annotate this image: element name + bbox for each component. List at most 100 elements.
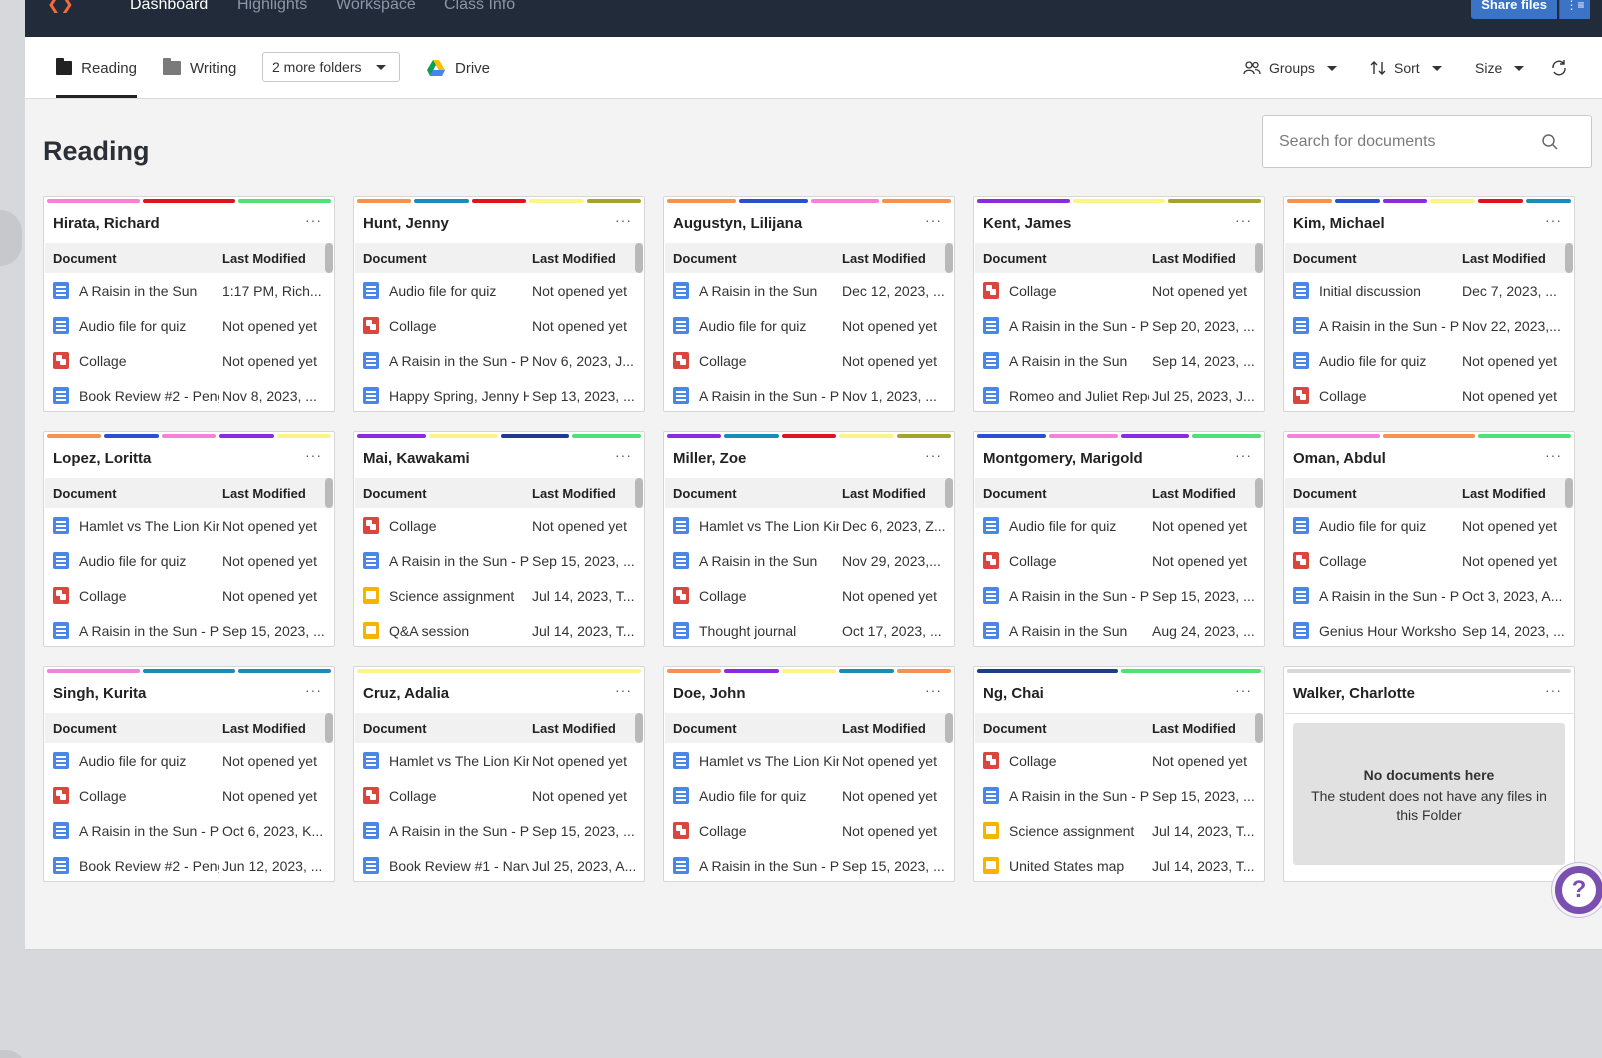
document-row[interactable]: A Raisin in the Sun Dec 12, 2023, ... xyxy=(665,273,945,308)
more-options-icon[interactable]: ··· xyxy=(615,212,632,228)
document-row[interactable]: Collage Not opened yet xyxy=(355,778,635,813)
student-card[interactable]: Kent, James ··· Document Last Modified Colla… xyxy=(973,196,1265,412)
scrollbar-thumb[interactable] xyxy=(945,243,953,273)
document-row[interactable]: Audio file for quiz Not opened yet xyxy=(1285,343,1565,378)
scrollbar-thumb[interactable] xyxy=(635,713,643,743)
student-card[interactable]: Mai, Kawakami ··· Document Last Modified Col… xyxy=(353,431,645,647)
document-row[interactable]: Audio file for quiz Not opened yet xyxy=(45,543,325,578)
student-name[interactable]: Kent, James xyxy=(983,215,1071,232)
document-row[interactable]: Collage Not opened yet xyxy=(355,308,635,343)
document-row[interactable]: Collage Not opened yet xyxy=(45,778,325,813)
document-row[interactable]: Audio file for quiz Not opened yet xyxy=(45,308,325,343)
share-files-button[interactable]: Share files xyxy=(1471,0,1557,19)
document-row[interactable]: Collage Not opened yet xyxy=(45,343,325,378)
student-card[interactable]: Montgomery, Marigold ··· Document Last Modi… xyxy=(973,431,1265,647)
student-name[interactable]: Hunt, Jenny xyxy=(363,215,449,232)
document-row[interactable]: Collage Not opened yet xyxy=(1285,378,1565,411)
scrollbar-thumb[interactable] xyxy=(325,478,333,508)
document-row[interactable]: Audio file for quiz Not opened yet xyxy=(1285,508,1565,543)
document-row[interactable]: A Raisin in the Sun - Pe Sep 20, 2023, ..… xyxy=(975,308,1255,343)
student-name[interactable]: Hirata, Richard xyxy=(53,215,160,232)
document-row[interactable]: A Raisin in the Sun - Pe Nov 1, 2023, ... xyxy=(665,378,945,411)
document-row[interactable]: Happy Spring, Jenny H Sep 13, 2023, ... xyxy=(355,378,635,411)
more-options-icon[interactable]: ··· xyxy=(615,682,632,698)
more-folders-dropdown[interactable]: 2 more folders xyxy=(262,52,400,82)
document-row[interactable]: A Raisin in the Sun Aug 24, 2023, ... xyxy=(975,613,1255,646)
document-row[interactable]: A Raisin in the Sun - Pe Sep 15, 2023, ..… xyxy=(665,848,945,881)
student-card[interactable]: Hirata, Richard ··· Document Last Modified A… xyxy=(43,196,335,412)
sidebar-handle-bottom[interactable] xyxy=(0,1050,26,1058)
nav-class-info[interactable]: Class Info xyxy=(444,0,515,14)
student-name[interactable]: Oman, Abdul xyxy=(1293,450,1386,467)
logo-icon[interactable]: ❮❯ xyxy=(47,0,74,14)
student-card[interactable]: Miller, Zoe ··· Document Last Modified Hamle… xyxy=(663,431,955,647)
student-card[interactable]: Lopez, Loritta ··· Document Last Modified Ha… xyxy=(43,431,335,647)
document-row[interactable]: Q&A session Jul 14, 2023, T... xyxy=(355,613,635,646)
student-name[interactable]: Walker, Charlotte xyxy=(1293,685,1415,702)
document-row[interactable]: Romeo and Juliet Repo Jul 25, 2023, J... xyxy=(975,378,1255,411)
student-card[interactable]: Hunt, Jenny ··· Document Last Modified Audio… xyxy=(353,196,645,412)
sidebar-handle[interactable] xyxy=(0,210,22,266)
more-options-icon[interactable]: ··· xyxy=(925,212,942,228)
document-row[interactable]: Book Review #1 - Narv Jul 25, 2023, A... xyxy=(355,848,636,881)
document-row[interactable]: Collage Not opened yet xyxy=(45,578,325,613)
document-row[interactable]: Initial discussion Dec 7, 2023, ... xyxy=(1285,273,1565,308)
more-options-icon[interactable]: ··· xyxy=(925,682,942,698)
document-row[interactable]: Audio file for quiz Not opened yet xyxy=(665,778,945,813)
search-icon[interactable] xyxy=(1541,133,1559,151)
document-row[interactable]: A Raisin in the Sun - Pe Sep 15, 2023, ..… xyxy=(355,813,635,848)
document-row[interactable]: A Raisin in the Sun Sep 14, 2023, ... xyxy=(975,343,1255,378)
document-row[interactable]: Collage Not opened yet xyxy=(1285,543,1565,578)
document-row[interactable]: Hamlet vs The Lion Kin Not opened yet xyxy=(665,743,945,778)
student-card[interactable]: Walker, Charlotte ··· No documents here The… xyxy=(1283,666,1575,882)
refresh-button[interactable] xyxy=(1550,37,1576,99)
document-row[interactable]: Hamlet vs The Lion Kin Dec 6, 2023, Z... xyxy=(665,508,946,543)
tab-reading[interactable]: Reading xyxy=(56,37,137,99)
list-icon[interactable]: ⋮≡ xyxy=(1559,0,1590,19)
student-name[interactable]: Augustyn, Lilijana xyxy=(673,215,802,232)
document-row[interactable]: A Raisin in the Sun - Pe Sep 15, 2023, ..… xyxy=(45,613,325,646)
nav-highlights[interactable]: Highlights xyxy=(237,0,307,14)
student-card[interactable]: Kim, Michael ··· Document Last Modified Init… xyxy=(1283,196,1575,412)
nav-workspace[interactable]: Workspace xyxy=(336,0,416,14)
document-row[interactable]: Genius Hour Worksho Sep 14, 2023, ... xyxy=(1285,613,1565,646)
scrollbar-thumb[interactable] xyxy=(635,478,643,508)
more-options-icon[interactable]: ··· xyxy=(305,682,322,698)
scrollbar-thumb[interactable] xyxy=(635,243,643,273)
search-box[interactable] xyxy=(1262,115,1592,168)
document-row[interactable]: Collage Not opened yet xyxy=(665,578,945,613)
document-row[interactable]: Science assignment Jul 14, 2023, T... xyxy=(975,813,1255,848)
student-card[interactable]: Cruz, Adalia ··· Document Last Modified Haml… xyxy=(353,666,645,882)
document-row[interactable]: Science assignment Jul 14, 2023, T... xyxy=(355,578,635,613)
document-row[interactable]: A Raisin in the Sun - Pe Sep 15, 2023, ..… xyxy=(975,578,1255,613)
search-input[interactable] xyxy=(1279,130,1529,154)
drive-tab[interactable]: Drive xyxy=(427,37,490,99)
document-row[interactable]: A Raisin in the Sun Nov 29, 2023,... xyxy=(665,543,945,578)
document-row[interactable]: Hamlet vs The Lion Kin Not opened yet xyxy=(45,508,325,543)
document-row[interactable]: Collage Not opened yet xyxy=(975,273,1255,308)
document-row[interactable]: Thought journal Oct 17, 2023, ... xyxy=(665,613,945,646)
document-row[interactable]: Audio file for quiz Not opened yet xyxy=(355,273,635,308)
scrollbar-thumb[interactable] xyxy=(1565,243,1573,273)
document-row[interactable]: A Raisin in the Sun - Pe Nov 22, 2023,... xyxy=(1285,308,1565,343)
more-options-icon[interactable]: ··· xyxy=(305,212,322,228)
document-row[interactable]: Audio file for quiz Not opened yet xyxy=(45,743,325,778)
document-row[interactable]: Collage Not opened yet xyxy=(975,543,1255,578)
scrollbar-thumb[interactable] xyxy=(945,713,953,743)
document-row[interactable]: Collage Not opened yet xyxy=(355,508,635,543)
student-name[interactable]: Ng, Chai xyxy=(983,685,1044,702)
more-options-icon[interactable]: ··· xyxy=(1545,682,1562,698)
student-name[interactable]: Cruz, Adalia xyxy=(363,685,449,702)
document-row[interactable]: Collage Not opened yet xyxy=(665,813,945,848)
student-name[interactable]: Montgomery, Marigold xyxy=(983,450,1143,467)
document-row[interactable]: United States map Jul 14, 2023, T... xyxy=(975,848,1255,881)
groups-dropdown[interactable]: Groups xyxy=(1243,37,1337,99)
student-name[interactable]: Lopez, Loritta xyxy=(53,450,151,467)
scrollbar-thumb[interactable] xyxy=(945,478,953,508)
help-button[interactable]: ? xyxy=(1552,863,1602,917)
document-row[interactable]: Collage Not opened yet xyxy=(975,743,1255,778)
document-row[interactable]: A Raisin in the Sun 1:17 PM, Rich... xyxy=(45,273,325,308)
document-row[interactable]: A Raisin in the Sun - Pe Sep 15, 2023, ..… xyxy=(355,543,635,578)
document-row[interactable]: A Raisin in the Sun - Pe Sep 15, 2023, ..… xyxy=(975,778,1255,813)
more-options-icon[interactable]: ··· xyxy=(925,447,942,463)
